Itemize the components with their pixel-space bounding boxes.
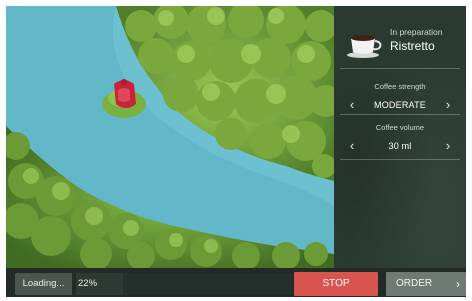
preparation-header: In preparation Ristretto	[334, 6, 466, 68]
volume-increase-chevron-right-icon[interactable]: ›	[440, 137, 456, 155]
order-button-label: ORDER	[396, 278, 433, 289]
divider	[340, 159, 460, 160]
coffee-volume-label: Coffee volume	[375, 123, 425, 132]
loading-button[interactable]: Loading...	[15, 273, 72, 295]
forest-river-image	[6, 6, 334, 268]
product-name: Ristretto	[390, 39, 435, 53]
coffee-machine-screen: In preparation Ristretto Coffee strength…	[6, 6, 466, 297]
river-illustration	[6, 6, 334, 268]
coffee-volume-setting: Coffee volume ‹ 30 ml ›	[334, 123, 466, 167]
preparation-panel: In preparation Ristretto Coffee strength…	[334, 6, 466, 268]
preparation-status: In preparation	[390, 27, 443, 37]
coffee-strength-label: Coffee strength	[374, 82, 426, 91]
divider	[340, 114, 460, 115]
divider	[340, 68, 460, 69]
order-button[interactable]: ORDER ›	[386, 272, 466, 296]
strength-increase-chevron-right-icon[interactable]: ›	[440, 96, 456, 114]
stop-button[interactable]: STOP	[294, 272, 378, 296]
chevron-right-icon: ›	[456, 277, 460, 291]
progress-percent: 22%	[78, 278, 98, 289]
coffee-strength-setting: Coffee strength ‹ MODERATE ›	[334, 82, 466, 126]
progress-bar	[76, 273, 291, 295]
bottom-bar: Loading... 22% STOP ORDER ›	[6, 268, 466, 297]
coffee-cup-icon	[347, 35, 382, 58]
